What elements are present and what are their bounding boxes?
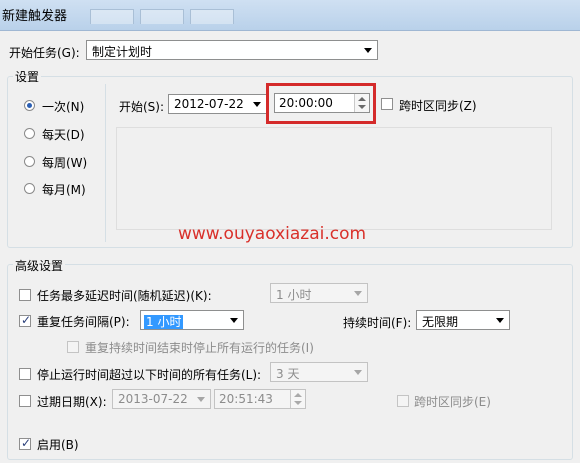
- chevron-down-icon[interactable]: [253, 102, 261, 107]
- time-spinner[interactable]: [290, 390, 305, 408]
- stop-all-at-end-label: 重复持续时间结束时停止所有运行的任务(I): [85, 341, 314, 355]
- begin-task-value: 制定计划时: [92, 45, 153, 59]
- radio-monthly-label: 每月(M): [42, 183, 86, 197]
- chevron-down-icon: [354, 370, 362, 375]
- start-time-value: 20:00:00: [279, 96, 333, 110]
- duration-label: 持续时间(F):: [343, 316, 412, 330]
- duration-value: 无限期: [422, 315, 459, 329]
- radio-icon[interactable]: [24, 128, 35, 139]
- radio-icon[interactable]: [24, 183, 35, 194]
- sync-timezone-label: 跨时区同步(Z): [399, 99, 477, 113]
- start-date-picker[interactable]: 2012-07-22: [168, 94, 267, 114]
- checkmark-icon: ✓: [21, 313, 32, 327]
- start-time-field[interactable]: 20:00:00: [274, 93, 370, 113]
- delay-task-value: 1 小时: [276, 288, 312, 302]
- advanced-group-label: 高级设置: [13, 257, 66, 274]
- expire-date-value: 2013-07-22: [118, 392, 188, 406]
- stop-if-longer-label: 停止运行时间超过以下时间的所有任务(L):: [37, 368, 262, 382]
- start-label: 开始(S):: [119, 100, 165, 114]
- chevron-down-icon: [230, 318, 238, 323]
- repeat-interval-value: 1 小时: [144, 313, 184, 330]
- stop-if-longer-checkbox[interactable]: [19, 368, 31, 380]
- delay-task-checkbox[interactable]: [19, 289, 31, 301]
- sync-timezone-checkbox[interactable]: [381, 98, 393, 110]
- background-tab: [190, 9, 234, 24]
- expire-sync-checkbox[interactable]: [397, 395, 409, 407]
- expire-time-value: 20:51:43: [219, 392, 273, 406]
- repeat-task-checkbox[interactable]: ✓: [19, 313, 32, 327]
- chevron-down-icon: [197, 397, 205, 402]
- time-spinner[interactable]: [354, 94, 369, 112]
- chevron-down-icon: [496, 318, 504, 323]
- background-tab: [140, 9, 184, 24]
- spin-down-icon[interactable]: [294, 401, 302, 405]
- repeat-interval-selected: 1 小时: [144, 315, 184, 329]
- watermark-text: www.ouyaoxiazai.com: [178, 224, 367, 244]
- title-bar: 新建触发器: [0, 0, 580, 31]
- spin-up-icon[interactable]: [294, 393, 302, 397]
- stop-if-longer-dropdown[interactable]: 3 天: [270, 362, 368, 382]
- stop-all-at-end-checkbox[interactable]: [67, 341, 79, 353]
- checkmark-icon: ✓: [21, 436, 32, 450]
- radio-weekly-label: 每周(W): [42, 156, 88, 170]
- enabled-checkbox[interactable]: ✓: [19, 436, 32, 450]
- chevron-down-icon: [364, 48, 372, 53]
- repeat-task-label: 重复任务间隔(P):: [37, 315, 130, 329]
- settings-group-label: 设置: [13, 68, 42, 85]
- radio-daily-label: 每天(D): [42, 128, 85, 142]
- expire-checkbox[interactable]: [19, 395, 31, 407]
- enabled-label: 启用(B): [37, 438, 79, 452]
- expire-date-picker[interactable]: 2013-07-22: [112, 389, 211, 409]
- background-tab: [90, 9, 134, 24]
- begin-task-dropdown[interactable]: 制定计划时: [86, 40, 378, 60]
- delay-task-label: 任务最多延迟时间(随机延迟)(K):: [37, 289, 212, 303]
- radio-icon[interactable]: [24, 100, 35, 111]
- stop-if-longer-value: 3 天: [276, 367, 300, 381]
- chevron-down-icon: [354, 291, 362, 296]
- radio-once-label: 一次(N): [42, 100, 85, 114]
- begin-task-label: 开始任务(G):: [9, 46, 80, 60]
- spin-up-icon[interactable]: [358, 97, 366, 101]
- repeat-interval-dropdown[interactable]: 1 小时: [140, 310, 244, 330]
- expire-time-field[interactable]: 20:51:43: [214, 389, 306, 409]
- spin-down-icon[interactable]: [358, 105, 366, 109]
- settings-divider: [105, 84, 106, 242]
- start-date-value: 2012-07-22: [174, 97, 244, 111]
- window-title: 新建触发器: [2, 9, 68, 24]
- schedule-detail-panel: [116, 127, 552, 230]
- expire-sync-label: 跨时区同步(E): [414, 395, 491, 409]
- radio-icon[interactable]: [24, 156, 35, 167]
- duration-dropdown[interactable]: 无限期: [416, 310, 510, 330]
- expire-label: 过期日期(X):: [37, 395, 107, 409]
- delay-task-dropdown[interactable]: 1 小时: [270, 283, 368, 303]
